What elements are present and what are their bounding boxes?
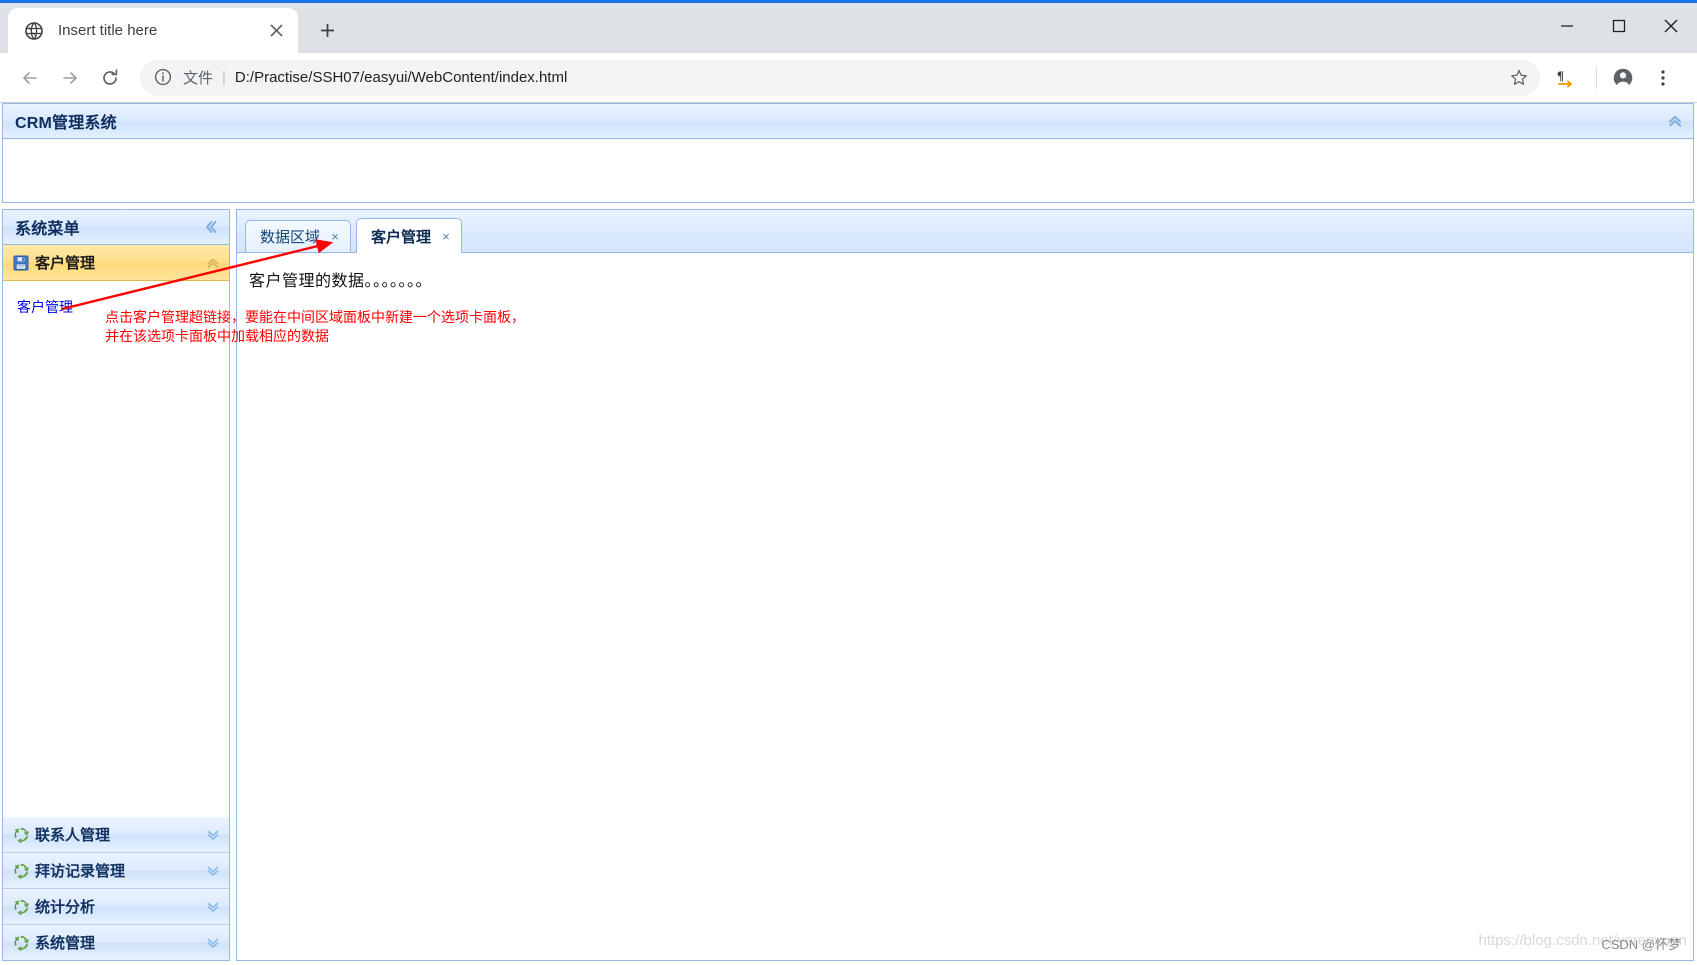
close-window-icon[interactable]	[1645, 3, 1697, 48]
sidebar-item-label: 拜访记录管理	[35, 863, 126, 880]
maximize-icon[interactable]	[1593, 3, 1645, 48]
sidebar-title-bar: 系统菜单	[3, 210, 229, 245]
svg-text:¶: ¶	[1557, 68, 1564, 83]
sidebar-collapsed-groups: 联系人管理 拜访记录管理 统计分析 系统管理	[3, 817, 229, 960]
watermark-credit: CSDN @怀梦	[1601, 937, 1681, 952]
toolbar-divider	[1596, 66, 1597, 89]
close-icon[interactable]	[264, 19, 288, 43]
chevron-down-icon[interactable]	[205, 863, 221, 879]
sidebar-item-system-management[interactable]: 系统管理	[3, 925, 229, 960]
sidebar-item-customer-management[interactable]: 客户管理	[3, 245, 229, 281]
tab-customer-management[interactable]: 客户管理 ×	[356, 218, 463, 253]
minimize-icon[interactable]	[1541, 3, 1593, 48]
toolbar-right-actions: ¶	[1548, 60, 1685, 96]
sidebar-title: 系统菜单	[15, 221, 80, 238]
close-icon[interactable]: ×	[328, 230, 342, 244]
browser-tab[interactable]: Insert title here	[8, 8, 298, 53]
app-header-region: CRM管理系统	[2, 103, 1694, 205]
browser-tab-strip: Insert title here	[0, 0, 1697, 53]
chevron-down-icon[interactable]	[205, 935, 221, 951]
recycle-icon	[13, 863, 29, 879]
sidebar-item-label: 联系人管理	[35, 827, 111, 844]
sidebar-item-label: 客户管理	[35, 255, 96, 272]
browser-window: Insert title here 文件 | D:/Practise/SSH07…	[0, 0, 1697, 965]
new-tab-button[interactable]	[310, 13, 344, 47]
tab-data-area[interactable]: 数据区域 ×	[245, 220, 352, 252]
browser-toolbar: 文件 | D:/Practise/SSH07/easyui/WebContent…	[0, 53, 1697, 103]
tab-bar: 数据区域 × 客户管理 ×	[237, 210, 1693, 253]
sidebar-collapse-icon[interactable]	[203, 219, 219, 235]
reload-icon[interactable]	[92, 60, 128, 96]
app-header-panel: CRM管理系统	[2, 103, 1694, 203]
tab-label: 客户管理	[371, 228, 432, 246]
annotation-line-1: 点击客户管理超链接，要能在中间区域面板中新建一个选项卡面板，	[105, 309, 525, 325]
window-controls	[1541, 3, 1697, 48]
collapse-up-icon[interactable]	[1667, 113, 1683, 129]
page-viewport: CRM管理系统 系统菜单 客户管理 客户管理 联系人管理 拜访记录管理 统计分析…	[0, 103, 1697, 965]
close-icon[interactable]: ×	[439, 229, 453, 243]
app-header-body	[3, 139, 1693, 202]
app-header-title-bar: CRM管理系统	[3, 104, 1693, 139]
annotation-line-2: 并在该选项卡面板中加载相应的数据	[105, 328, 329, 344]
translate-icon[interactable]: ¶	[1548, 60, 1584, 96]
save-disk-icon	[13, 255, 29, 271]
sidebar-item-contact-management[interactable]: 联系人管理	[3, 817, 229, 853]
globe-icon	[24, 21, 44, 41]
sidebar-item-label: 统计分析	[35, 899, 96, 916]
page-title: CRM管理系统	[15, 115, 117, 132]
chevron-up-icon[interactable]	[205, 255, 221, 271]
chevron-down-icon[interactable]	[205, 899, 221, 915]
url-scheme-label: 文件	[183, 70, 214, 87]
tab-panel-body: 客户管理的数据。。。。。。。 https://blog.csdn.net/yer…	[237, 253, 1693, 960]
chevron-down-icon[interactable]	[205, 827, 221, 843]
recycle-icon	[13, 935, 29, 951]
bookmark-star-icon[interactable]	[1504, 63, 1534, 93]
url-separator: |	[222, 69, 226, 86]
panel-content-text: 客户管理的数据。。。。。。。	[249, 273, 433, 290]
recycle-icon	[13, 827, 29, 843]
sidebar-accordion: 客户管理 客户管理 联系人管理 拜访记录管理 统计分析 系统管理	[3, 245, 229, 960]
recycle-icon	[13, 899, 29, 915]
sidebar-link-customer-management[interactable]: 客户管理	[17, 297, 73, 317]
profile-icon[interactable]	[1605, 60, 1641, 96]
tab-label: 数据区域	[260, 229, 321, 246]
sidebar-item-statistics-analysis[interactable]: 统计分析	[3, 889, 229, 925]
sidebar-item-label: 系统管理	[35, 935, 96, 952]
info-circle-icon[interactable]	[154, 68, 174, 88]
forward-icon[interactable]	[52, 60, 88, 96]
url-text[interactable]: D:/Practise/SSH07/easyui/WebContent/inde…	[235, 69, 1504, 86]
address-bar[interactable]: 文件 | D:/Practise/SSH07/easyui/WebContent…	[140, 59, 1540, 96]
sidebar-item-visit-record-management[interactable]: 拜访记录管理	[3, 853, 229, 889]
back-icon[interactable]	[12, 60, 48, 96]
browser-tab-title: Insert title here	[58, 22, 158, 39]
browser-menu-icon[interactable]	[1645, 60, 1681, 96]
